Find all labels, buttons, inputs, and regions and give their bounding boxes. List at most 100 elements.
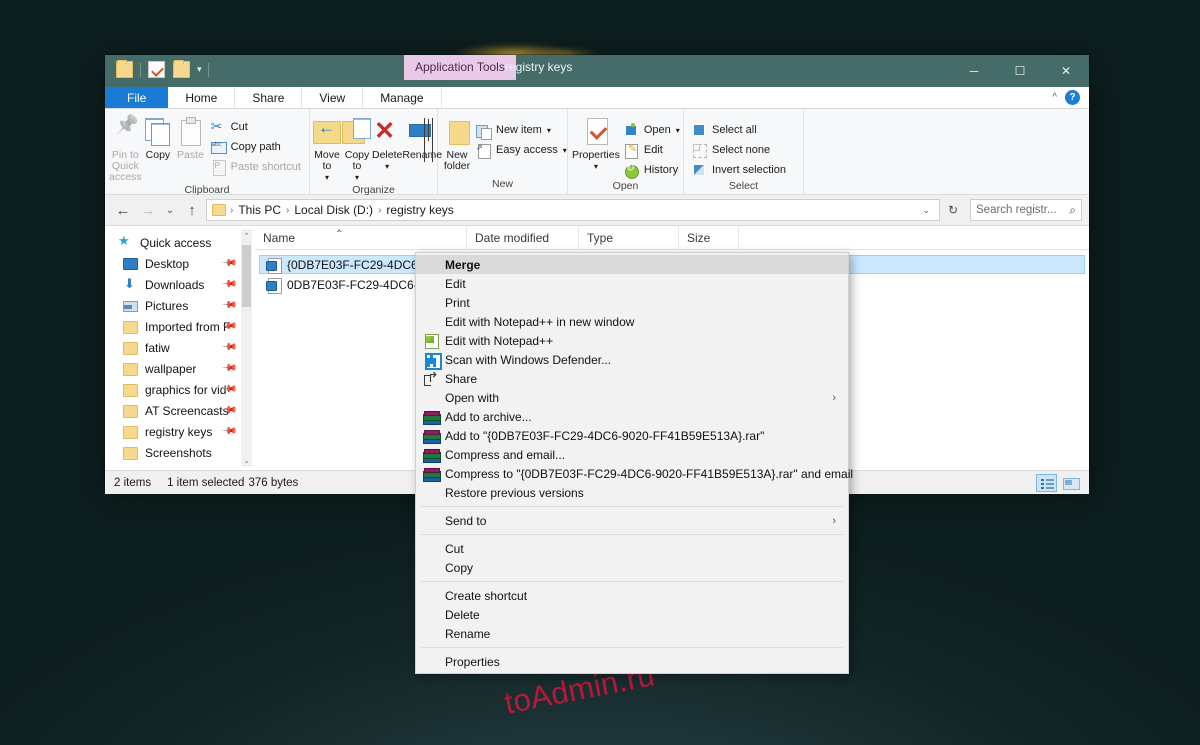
move-to-button[interactable]: Move to ▾ — [312, 114, 342, 183]
pin-to-quick-access-button[interactable]: Pin to Quick access — [109, 114, 142, 183]
column-header-size[interactable]: Size — [679, 226, 739, 250]
minimize-button[interactable]: ─ — [951, 55, 997, 87]
menu-item-label: Copy — [440, 561, 473, 575]
menu-item-merge[interactable]: Merge — [416, 255, 848, 274]
new-item-button[interactable]: New item ▾ — [472, 121, 571, 139]
tab-share[interactable]: Share — [235, 87, 302, 108]
menu-item-add-to-rar[interactable]: Add to "{0DB7E03F-FC29-4DC6-9020-FF41B59… — [416, 426, 848, 445]
edit-icon — [624, 143, 639, 158]
details-view-button[interactable] — [1036, 474, 1057, 492]
scroll-up-icon[interactable]: ⌃ — [241, 229, 252, 242]
menu-item-create-shortcut[interactable]: Create shortcut — [416, 586, 848, 605]
sidebar-item-quick-access[interactable]: Quick access — [105, 232, 255, 253]
folder-icon — [122, 446, 138, 460]
breadcrumb-local-disk-d[interactable]: Local Disk (D:) — [290, 203, 377, 217]
contextual-tab-application-tools[interactable]: Application Tools — [404, 55, 516, 80]
navigation-scrollbar[interactable]: ⌃ ⌄ — [241, 229, 252, 467]
chevron-down-icon[interactable]: ⌄ — [916, 205, 936, 216]
menu-item-edit[interactable]: Edit — [416, 274, 848, 293]
chevron-down-icon[interactable]: ▾ — [594, 161, 598, 172]
large-icons-view-button[interactable] — [1060, 474, 1081, 492]
chevron-down-icon[interactable]: ▾ — [325, 172, 329, 183]
breadcrumb-this-pc[interactable]: This PC — [234, 203, 285, 217]
chevron-down-icon[interactable]: ▾ — [547, 126, 551, 135]
menu-item-label: Rename — [440, 627, 490, 641]
up-button[interactable]: ↑ — [181, 199, 203, 221]
menu-item-add-to-archive[interactable]: Add to archive... — [416, 407, 848, 426]
copy-to-label: Copy to — [345, 150, 370, 172]
menu-item-print[interactable]: Print — [416, 293, 848, 312]
menu-item-open-with[interactable]: Open with › — [416, 388, 848, 407]
menu-item-restore-previous-versions[interactable]: Restore previous versions — [416, 483, 848, 502]
menu-item-edit-with-notepadpp[interactable]: Edit with Notepad++ — [416, 331, 848, 350]
sidebar-item-downloads[interactable]: Downloads 📌 — [105, 274, 255, 295]
sidebar-item-graphics-for-videos[interactable]: graphics for vid 📌 — [105, 379, 255, 400]
properties-button[interactable]: Properties ▾ — [572, 114, 620, 172]
breadcrumb[interactable]: › This PC › Local Disk (D:) › registry k… — [206, 199, 940, 221]
sidebar-item-imported-from-f[interactable]: Imported from F 📌 — [105, 316, 255, 337]
delete-icon — [372, 117, 402, 147]
column-header-name[interactable]: Name ⌃ — [255, 226, 467, 250]
menu-item-copy[interactable]: Copy — [416, 558, 848, 577]
menu-item-properties[interactable]: Properties — [416, 652, 848, 671]
menu-item-compress-to-rar-and-email[interactable]: Compress to "{0DB7E03F-FC29-4DC6-9020-FF… — [416, 464, 848, 483]
sidebar-item-desktop[interactable]: Desktop 📌 — [105, 253, 255, 274]
breadcrumb-registry-keys[interactable]: registry keys — [382, 203, 457, 217]
new-folder-button[interactable]: New folder — [442, 114, 472, 172]
scrollbar-thumb[interactable] — [242, 245, 251, 307]
copy-path-button[interactable]: Copy path — [207, 138, 305, 156]
chevron-down-icon[interactable]: ▾ — [676, 126, 680, 135]
menu-item-edit-with-notepadpp-new-window[interactable]: Edit with Notepad++ in new window — [416, 312, 848, 331]
open-button[interactable]: Open ▾ — [620, 121, 684, 139]
tab-manage[interactable]: Manage — [363, 87, 441, 108]
help-icon[interactable]: ? — [1065, 90, 1080, 105]
sidebar-item-screenshots[interactable]: Screenshots — [105, 442, 255, 463]
select-all-button[interactable]: Select all — [688, 121, 790, 139]
history-button[interactable]: History — [620, 161, 684, 179]
back-button[interactable]: ← — [112, 199, 134, 221]
chevron-down-icon[interactable]: ▾ — [195, 61, 204, 78]
tab-file[interactable]: File — [105, 87, 168, 108]
select-none-button[interactable]: Select none — [688, 141, 790, 159]
column-header-date-modified[interactable]: Date modified — [467, 226, 579, 250]
sidebar-item-registry-keys[interactable]: registry keys 📌 — [105, 421, 255, 442]
chevron-down-icon[interactable]: ▾ — [385, 161, 389, 172]
menu-item-scan-with-windows-defender[interactable]: Scan with Windows Defender... — [416, 350, 848, 369]
menu-item-send-to[interactable]: Send to › — [416, 511, 848, 530]
menu-item-cut[interactable]: Cut — [416, 539, 848, 558]
scroll-down-icon[interactable]: ⌄ — [241, 454, 252, 467]
rename-button[interactable]: Rename — [402, 114, 442, 161]
menu-item-delete[interactable]: Delete — [416, 605, 848, 624]
sidebar-item-wallpaper[interactable]: wallpaper 📌 — [105, 358, 255, 379]
refresh-icon[interactable]: ↻ — [943, 203, 963, 217]
recent-locations-button[interactable]: ⌄ — [162, 199, 178, 221]
search-input[interactable]: Search registr... ⌕ — [970, 199, 1082, 221]
sidebar-item-at-screencasts[interactable]: AT Screencasts 📌 — [105, 400, 255, 421]
column-header-type[interactable]: Type — [579, 226, 679, 250]
copy-to-button[interactable]: Copy to ▾ — [342, 114, 372, 183]
menu-item-rename[interactable]: Rename — [416, 624, 848, 643]
paste-button[interactable]: Paste — [174, 114, 206, 161]
sidebar-item-pictures[interactable]: Pictures 📌 — [105, 295, 255, 316]
forward-button[interactable]: → — [137, 199, 159, 221]
properties-icon[interactable] — [148, 61, 165, 78]
collapse-ribbon-icon[interactable]: ^ — [1052, 92, 1057, 103]
chevron-down-icon[interactable]: ▾ — [355, 172, 359, 183]
sidebar-item-fatiw[interactable]: fatiw 📌 — [105, 337, 255, 358]
folder-icon[interactable] — [173, 61, 190, 78]
menu-item-compress-and-email[interactable]: Compress and email... — [416, 445, 848, 464]
paste-shortcut-button[interactable]: Paste shortcut — [207, 158, 305, 176]
edit-button[interactable]: Edit — [620, 141, 684, 159]
maximize-button[interactable]: ☐ — [997, 55, 1043, 87]
easy-access-button[interactable]: Easy access ▾ — [472, 141, 571, 159]
delete-button[interactable]: Delete ▾ — [372, 114, 402, 172]
close-button[interactable]: ✕ — [1043, 55, 1089, 87]
menu-item-share[interactable]: Share — [416, 369, 848, 388]
folder-icon[interactable] — [116, 61, 133, 78]
invert-selection-button[interactable]: Invert selection — [688, 161, 790, 179]
tab-view[interactable]: View — [302, 87, 363, 108]
cut-button[interactable]: Cut — [207, 118, 305, 136]
copy-button[interactable]: Copy — [142, 114, 174, 161]
chevron-down-icon[interactable]: ▾ — [563, 146, 567, 155]
tab-home[interactable]: Home — [168, 87, 235, 108]
